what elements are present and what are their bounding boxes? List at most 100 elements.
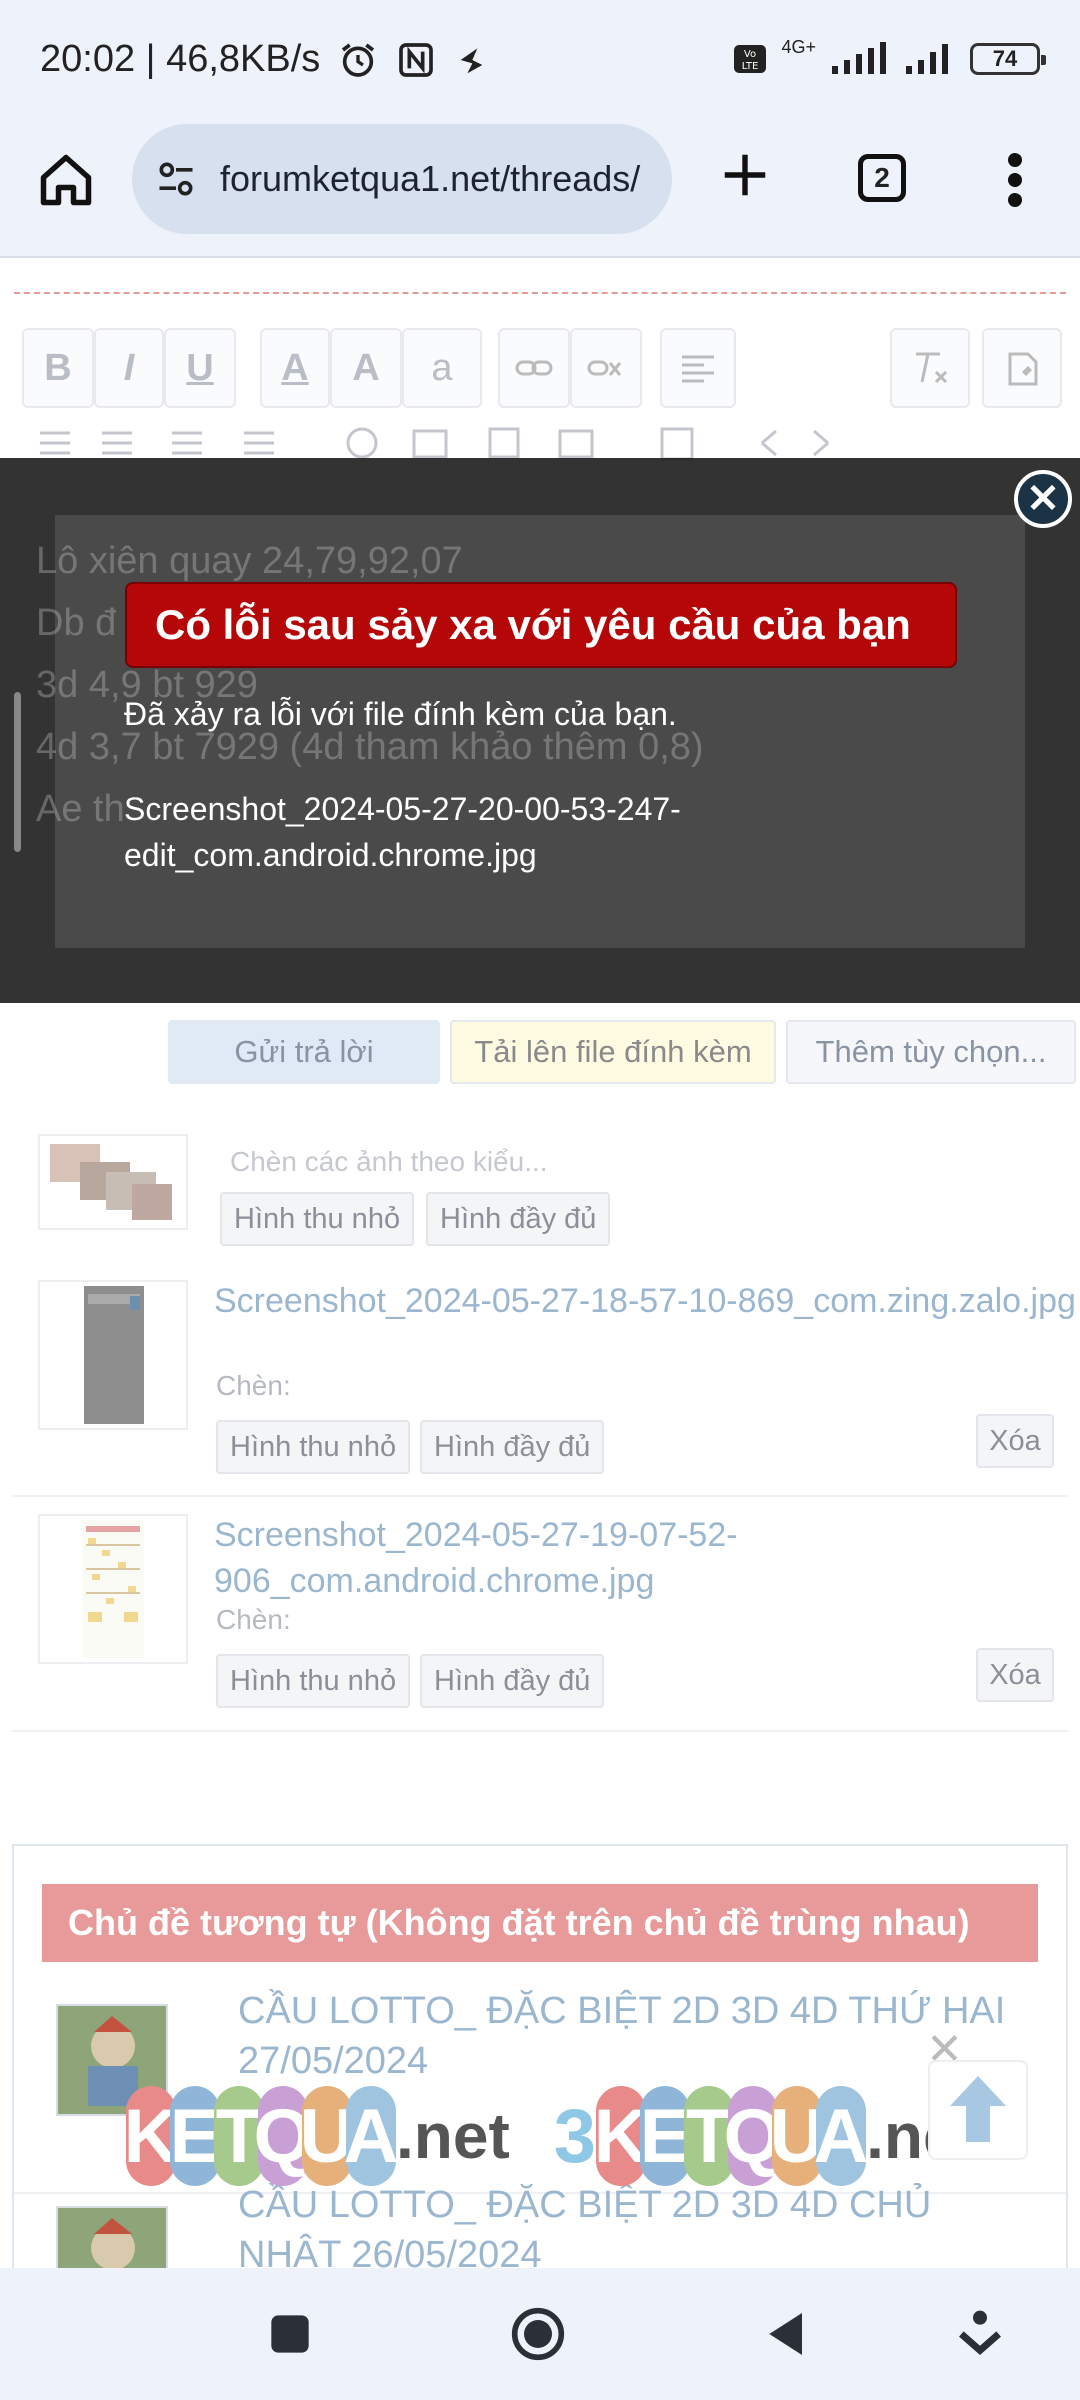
close-icon: ✕ <box>1026 477 1060 521</box>
underline-glyph: U <box>186 346 214 389</box>
recents-icon[interactable] <box>262 2306 318 2362</box>
tab-count: 2 <box>874 162 890 193</box>
font-size-button[interactable]: A <box>330 328 402 408</box>
scroll-to-top-button[interactable] <box>928 2060 1028 2160</box>
toolbar-row-2-icons <box>40 427 829 461</box>
nfc-icon <box>399 42 434 77</box>
source-mode-icon <box>1008 352 1038 386</box>
editor-text-line: Db đ <box>36 602 117 644</box>
more-menu-icon[interactable] <box>1000 150 1030 210</box>
italic-button[interactable]: I <box>94 328 164 408</box>
tab-switcher-button[interactable]: 2 <box>858 154 906 202</box>
editor-text-line: Ae th <box>36 788 125 830</box>
align-button[interactable] <box>660 328 736 408</box>
assistant-down-icon[interactable] <box>952 2306 1008 2362</box>
error-title: Có lỗi sau sảy xa với yêu cầu của bạn <box>125 582 957 668</box>
bold-glyph: B <box>44 346 72 389</box>
attachment-filename[interactable]: Screenshot_2024-05-27-19-07-52-906_com.a… <box>214 1512 1080 1604</box>
similar-thread-item[interactable]: CẦU LOTTO_ ĐẶC BIỆT 2D 3D 4D CHỦ NHẬT 26… <box>14 2184 1066 2268</box>
reply-button[interactable]: Gửi trả lời <box>168 1020 440 1084</box>
bold-button[interactable]: B <box>22 328 94 408</box>
similar-threads-heading: Chủ đề tương tự (Không đặt trên chủ đề t… <box>42 1884 1038 1962</box>
attachment-full-button[interactable]: Hình đầy đủ <box>420 1654 605 1708</box>
arrow-up-icon <box>950 2076 1006 2142</box>
thread-author-avatar[interactable] <box>56 2206 168 2268</box>
attachment-delete-button[interactable]: Xóa <box>976 1414 1054 1468</box>
more-options-button[interactable]: Thêm tùy chọn... <box>786 1020 1076 1084</box>
promo-banner[interactable]: KETQUA .net 3 KETQUA .net <box>124 2066 980 2206</box>
font-family-button[interactable]: a <box>402 328 482 408</box>
attachment-preview-image <box>84 1286 144 1424</box>
clear-format-button[interactable] <box>890 328 970 408</box>
banner-left-letter: A <box>344 2086 398 2186</box>
banner-left-letter: K <box>124 2086 178 2186</box>
italic-glyph: I <box>123 346 135 389</box>
volte-icon: VoLTE <box>734 45 767 73</box>
insert-all-label: Chèn các ảnh theo kiểu... <box>230 1146 548 1177</box>
link-button[interactable] <box>498 328 570 408</box>
banner-left-letter: E <box>170 2086 220 2186</box>
banner-right-letter: A <box>814 2086 869 2186</box>
unlink-button[interactable] <box>570 328 642 408</box>
back-icon[interactable] <box>760 2306 816 2362</box>
editor-toolbar-row-2 <box>22 423 1062 463</box>
url-text: forumketqua1.net/threads/ <box>220 158 641 199</box>
attachment-full-button[interactable]: Hình đầy đủ <box>420 1420 605 1474</box>
banner-right-logo: KETQUA <box>594 2086 869 2186</box>
signal-icon-2 <box>906 44 948 74</box>
alarm-icon <box>342 43 375 77</box>
attachment-thumbnail-button[interactable]: Hình thu nhỏ <box>216 1420 411 1474</box>
insert-all-thumbnail-button[interactable]: Hình thu nhỏ <box>220 1192 415 1246</box>
source-mode-button[interactable] <box>982 328 1062 408</box>
banner-right-prefix: 3 <box>553 2093 597 2179</box>
home-nav-icon[interactable] <box>510 2306 566 2362</box>
new-tab-icon[interactable] <box>718 148 772 202</box>
align-left-icon <box>682 355 714 383</box>
status-right: Vo LTE 4G+ 74 <box>733 37 1046 76</box>
error-message: Đã xảy ra lỗi với file đính kèm của bạn. <box>124 696 677 732</box>
editor-text-line: Lô xiên quay 24,79,92,07 <box>36 540 463 582</box>
home-icon[interactable] <box>36 150 96 210</box>
attachment-thumbnail[interactable] <box>38 1514 188 1664</box>
network-type: 4G+ <box>781 36 816 57</box>
banner-right-letter: E <box>640 2086 690 2186</box>
banner-left-logo: KETQUA <box>124 2086 398 2186</box>
stacked-images-icon <box>50 1144 172 1220</box>
close-dialog-button[interactable]: ✕ <box>1014 470 1072 528</box>
attachment-filename[interactable]: Screenshot_2024-05-27-18-57-10-869_com.z… <box>214 1278 1076 1324</box>
status-time-speed: 20:02 | 46,8KB/s <box>40 38 321 80</box>
attachment-thumbnail[interactable] <box>38 1280 188 1430</box>
svg-text:Vo: Vo <box>744 49 756 60</box>
battery-level: 74 <box>992 46 1018 71</box>
font-family-glyph: a <box>431 346 453 389</box>
attachment-preview-image <box>82 1520 144 1658</box>
underline-button[interactable]: U <box>164 328 236 408</box>
attachment-insert-label: Chèn: <box>216 1604 291 1635</box>
error-filename: Screenshot_2024-05-27-20-00-53-247-edit_… <box>124 791 681 873</box>
banner-right-letter: K <box>594 2086 649 2186</box>
insert-all-full-button[interactable]: Hình đầy đủ <box>426 1192 611 1246</box>
link-icon <box>515 360 553 376</box>
site-settings-icon[interactable] <box>154 157 198 201</box>
signal-icon-1 <box>832 42 886 74</box>
attachment-delete-button[interactable]: Xóa <box>976 1648 1054 1702</box>
app-notification-icon <box>460 47 483 73</box>
attachment-thumbnail-button[interactable]: Hình thu nhỏ <box>216 1654 411 1708</box>
address-bar[interactable]: forumketqua1.net/threads/ <box>132 124 672 234</box>
font-size-glyph: A <box>352 346 380 389</box>
status-bar: 20:02 | 46,8KB/s Vo LTE 4G+ 74 <box>0 0 1080 120</box>
unlink-icon <box>587 360 622 376</box>
browser-toolbar: forumketqua1.net/threads/ 2 <box>0 120 1080 258</box>
form-button-row: Gửi trả lời Tải lên file đính kèm Thêm t… <box>168 1020 1076 1084</box>
upload-attachment-button[interactable]: Tải lên file đính kèm <box>450 1020 776 1084</box>
status-left: 20:02 | 46,8KB/s <box>40 38 494 81</box>
font-color-glyph: A <box>281 346 309 389</box>
banner-left-suffix: .net <box>396 2100 510 2172</box>
font-color-button[interactable]: A <box>260 328 330 408</box>
editor-toolbar: B I U A A a <box>22 328 1062 418</box>
system-nav-bar <box>0 2268 1080 2400</box>
divider <box>14 292 1066 294</box>
editor-scrollbar[interactable] <box>14 692 21 852</box>
attachment-insert-label: Chèn: <box>216 1370 291 1401</box>
clear-format-icon <box>916 352 948 384</box>
